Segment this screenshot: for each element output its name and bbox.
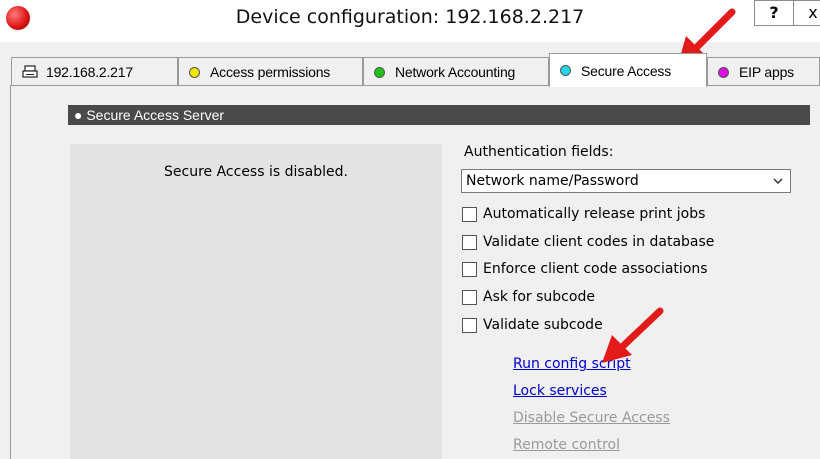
section-header: ● Secure Access Server	[68, 105, 810, 125]
yellow-dot-icon	[189, 66, 200, 78]
cyan-dot-icon	[560, 65, 571, 76]
tab-access-permissions[interactable]: Access permissions	[178, 57, 363, 86]
auth-select-value: Network name/Password	[466, 173, 639, 189]
tab-secure-access[interactable]: Secure Access	[549, 53, 707, 87]
option-validate-subcode[interactable]: Validate subcode	[462, 315, 603, 335]
auth-fields-label: Authentication fields:	[464, 144, 614, 160]
option-label: Validate client codes in database	[483, 234, 715, 250]
remote-control-link: Remote control	[513, 437, 620, 453]
tab-device[interactable]: 192.168.2.217	[11, 57, 178, 86]
green-dot-icon	[374, 66, 385, 78]
tab-label: Network Accounting	[395, 64, 516, 80]
tab-strip: 192.168.2.217 Access permissions Network…	[0, 53, 820, 87]
close-button[interactable]: x	[793, 0, 820, 26]
option-ask-subcode[interactable]: Ask for subcode	[462, 287, 595, 307]
status-text: Secure Access is disabled.	[164, 164, 348, 180]
panel-border	[10, 85, 11, 459]
auth-fields-select[interactable]: Network name/Password	[461, 169, 791, 193]
tab-label: 192.168.2.217	[46, 64, 133, 80]
printer-icon	[22, 65, 38, 78]
tab-label: EIP apps	[739, 64, 794, 80]
tab-network-accounting[interactable]: Network Accounting	[363, 57, 549, 86]
lock-services-link[interactable]: Lock services	[513, 383, 607, 399]
checkbox[interactable]	[462, 206, 477, 222]
help-button[interactable]: ?	[754, 0, 794, 26]
checkbox[interactable]	[462, 289, 477, 305]
status-panel: Secure Access is disabled.	[70, 144, 442, 459]
option-enforce-associations[interactable]: Enforce client code associations	[462, 259, 708, 279]
option-label: Validate subcode	[483, 317, 603, 333]
checkbox[interactable]	[462, 234, 477, 250]
option-auto-release[interactable]: Automatically release print jobs	[462, 204, 705, 224]
disable-secure-access-link: Disable Secure Access	[513, 410, 670, 426]
option-label: Enforce client code associations	[483, 261, 708, 277]
tab-label: Access permissions	[210, 64, 331, 80]
red-arrow-icon	[602, 307, 664, 363]
magenta-dot-icon	[718, 66, 729, 78]
option-label: Ask for subcode	[483, 289, 595, 305]
checkbox[interactable]	[462, 317, 477, 333]
option-validate-client-codes[interactable]: Validate client codes in database	[462, 232, 714, 252]
chevron-down-icon	[773, 178, 783, 185]
tab-label: Secure Access	[581, 62, 671, 79]
option-label: Automatically release print jobs	[483, 206, 706, 222]
checkbox[interactable]	[462, 261, 477, 277]
